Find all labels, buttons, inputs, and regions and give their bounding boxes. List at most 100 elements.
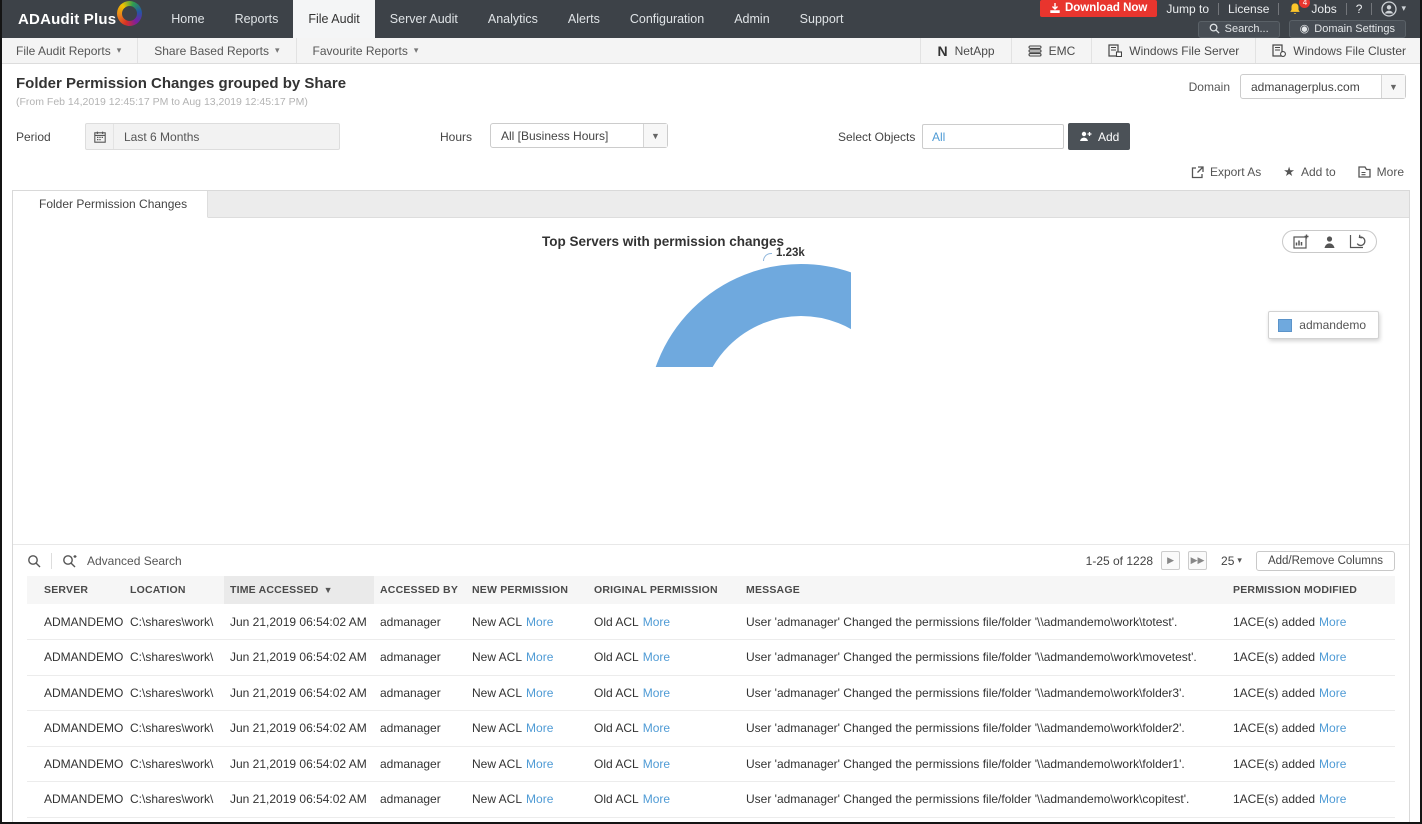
new-acl-more-link[interactable]: More (526, 686, 553, 700)
semi-donut-chart[interactable]: 1.23k (647, 247, 851, 384)
permission-more-link[interactable]: More (1319, 757, 1346, 771)
chevron-down-icon: ▾ (116, 45, 122, 55)
old-acl-more-link[interactable]: More (643, 792, 670, 806)
old-acl-more-link[interactable]: More (643, 650, 670, 664)
nav-file-audit[interactable]: File Audit (293, 0, 375, 38)
permission-more-link[interactable]: More (1319, 615, 1346, 629)
legend-swatch (1278, 318, 1293, 332)
add-chart-icon[interactable] (1293, 234, 1310, 249)
nav-server-audit[interactable]: Server Audit (375, 0, 473, 38)
refresh-chart-icon[interactable] (1349, 234, 1366, 249)
share-based-reports-menu[interactable]: Share Based Reports ▾ (138, 38, 297, 63)
period-input[interactable]: Last 6 Months (85, 123, 340, 150)
domain-settings-button[interactable]: ◉ Domain Settings (1288, 20, 1406, 38)
col-time-accessed[interactable]: TIME ACCESSED ▼ (224, 576, 374, 604)
more-actions-button[interactable]: More (1358, 165, 1404, 179)
old-acl-more-link[interactable]: More (643, 757, 670, 771)
col-message[interactable]: MESSAGE (740, 576, 1227, 604)
next-page-button[interactable]: ▶ (1161, 551, 1181, 570)
col-permission-modified[interactable]: PERMISSION MODIFIED (1227, 576, 1395, 604)
add-to-favourites-button[interactable]: ★ Add to (1283, 164, 1335, 180)
file-audit-reports-menu[interactable]: File Audit Reports ▾ (0, 38, 139, 63)
pagination-range: 1-25 of 1228 (1085, 553, 1154, 568)
domain-select[interactable]: admanagerplus.com ▼ (1240, 74, 1406, 99)
permission-more-link[interactable]: More (1319, 721, 1346, 735)
file-cluster-icon (1272, 44, 1287, 57)
select-objects-input[interactable]: All (922, 124, 1064, 149)
col-original-permission[interactable]: ORIGINAL PERMISSION (588, 576, 740, 604)
table-row[interactable]: ADMANDEMO C:\shares\work\ Jun 21,2019 06… (27, 710, 1395, 747)
windows-file-cluster-link[interactable]: Windows File Cluster (1255, 38, 1422, 63)
nav-home[interactable]: Home (156, 0, 219, 38)
chart-legend[interactable]: admandemo (1268, 311, 1379, 339)
help-link[interactable]: ? (1356, 2, 1363, 16)
windows-file-server-link[interactable]: Windows File Server (1091, 38, 1255, 63)
table-row[interactable]: ADMANDEMO C:\shares\work\ Jun 21,2019 06… (27, 781, 1395, 818)
col-location[interactable]: LOCATION (124, 576, 224, 604)
notifications-bell-icon[interactable]: 4 (1288, 0, 1311, 16)
nav-analytics[interactable]: Analytics (473, 0, 553, 38)
col-new-permission[interactable]: NEW PERMISSION (466, 576, 588, 604)
col-accessed-by[interactable]: ACCESSED BY (374, 576, 466, 604)
old-acl-more-link[interactable]: More (643, 686, 670, 700)
table-row[interactable]: ADMANDEMO C:\shares\work\ Jun 21,2019 06… (27, 675, 1395, 711)
label-connector (763, 253, 772, 261)
advanced-search-icon[interactable] (62, 554, 77, 568)
download-icon (1050, 3, 1060, 13)
hours-select[interactable]: All [Business Hours] ▼ (490, 123, 668, 148)
table-row[interactable]: ADMANDEMO C:\shares\work\ Jun 21,2019 06… (27, 639, 1395, 676)
filter-bar: Period Last 6 Months Hours All [Business… (0, 118, 1422, 158)
jobs-link[interactable]: Jobs (1311, 2, 1336, 16)
emc-icon (1028, 44, 1042, 57)
nav-admin[interactable]: Admin (719, 0, 784, 38)
page-size-select[interactable]: 25 ▾ (1221, 554, 1242, 568)
user-menu[interactable]: ▾ (1381, 0, 1406, 17)
col-server[interactable]: SERVER (27, 576, 124, 604)
nav-reports[interactable]: Reports (220, 0, 294, 38)
old-acl-more-link[interactable]: More (643, 721, 670, 735)
chart-toolbar (1282, 230, 1377, 253)
divider (1278, 2, 1280, 15)
permission-more-link[interactable]: More (1319, 650, 1346, 664)
donut-slice-admandemo[interactable] (647, 264, 851, 367)
permission-more-link[interactable]: More (1319, 792, 1346, 806)
emc-link[interactable]: EMC (1010, 38, 1092, 63)
legend-label: admandemo (1299, 318, 1366, 332)
table-row[interactable]: ADMANDEMO C:\shares\work\ Jun 21,2019 06… (27, 604, 1395, 640)
calendar-icon[interactable] (86, 124, 114, 149)
nav-alerts[interactable]: Alerts (553, 0, 615, 38)
top-users-icon[interactable] (1322, 235, 1337, 249)
logo-swirl-icon (117, 1, 143, 26)
favourite-reports-menu[interactable]: Favourite Reports ▾ (297, 38, 435, 63)
chart-title: Top Servers with permission changes (541, 234, 785, 249)
period-label: Period (16, 130, 51, 144)
download-now-button[interactable]: Download Now (1039, 0, 1158, 17)
new-acl-more-link[interactable]: More (526, 757, 553, 771)
permission-more-link[interactable]: More (1319, 686, 1346, 700)
hours-label: Hours (440, 130, 473, 144)
last-page-button[interactable]: ▶▶ (1188, 551, 1208, 570)
add-remove-columns-button[interactable]: Add/Remove Columns (1255, 550, 1395, 571)
advanced-search-link[interactable]: Advanced Search (87, 554, 182, 568)
add-object-button[interactable]: Add (1068, 123, 1131, 150)
jump-to-link[interactable]: Jump to (1166, 2, 1209, 16)
nav-support[interactable]: Support (785, 0, 859, 38)
app-logo[interactable]: ADAudit Plus (0, 0, 150, 38)
license-link[interactable]: License (1228, 2, 1269, 16)
netapp-link[interactable]: N NetApp (920, 38, 1010, 63)
export-as-button[interactable]: Export As (1191, 165, 1261, 179)
tab-folder-permission-changes[interactable]: Folder Permission Changes (13, 191, 209, 218)
chevron-down-icon: ▾ (1237, 555, 1242, 565)
new-acl-more-link[interactable]: More (526, 721, 553, 735)
new-acl-more-link[interactable]: More (526, 650, 553, 664)
divider (1371, 2, 1373, 15)
app-logo-text: ADAudit Plus (18, 10, 117, 28)
old-acl-more-link[interactable]: More (643, 615, 670, 629)
new-acl-more-link[interactable]: More (526, 792, 553, 806)
global-search-button[interactable]: Search... (1197, 20, 1280, 38)
search-icon[interactable] (27, 554, 41, 568)
new-acl-more-link[interactable]: More (526, 615, 553, 629)
table-row[interactable]: ADMANDEMO C:\shares\work\ Jun 21,2019 06… (27, 746, 1395, 782)
nav-configuration[interactable]: Configuration (615, 0, 719, 38)
chart-area: Top Servers with permission changes 1.23… (13, 218, 1409, 544)
